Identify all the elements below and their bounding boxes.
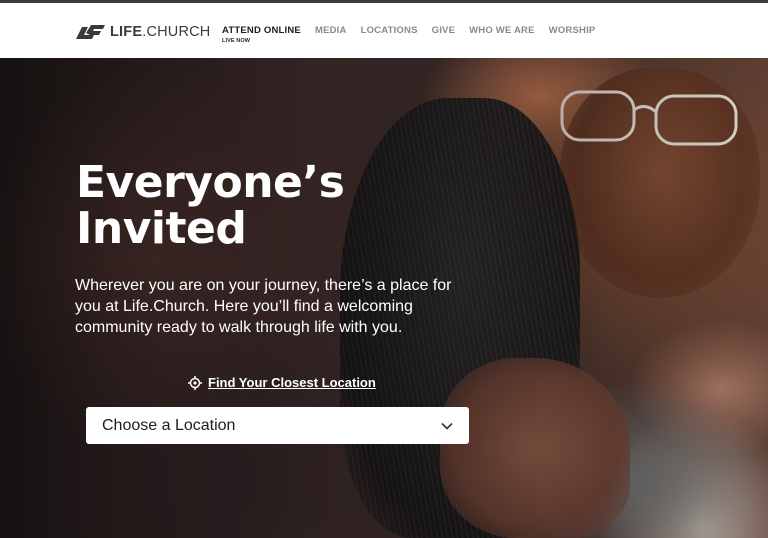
find-closest-location-link[interactable]: Find Your Closest Location <box>188 375 376 390</box>
nav-give[interactable]: GIVE <box>432 25 456 36</box>
hero-description: Wherever you are on your journey, there’… <box>75 277 452 336</box>
hero-title-line-2: Invited <box>76 203 247 254</box>
location-select-value: Choose a Location <box>102 416 236 434</box>
life-church-logo-mark-icon <box>76 25 105 39</box>
hero-section: Everyone’s Invited Wherever you are on y… <box>0 58 768 538</box>
nav-who-we-are[interactable]: WHO WE ARE <box>469 25 535 36</box>
live-now-badge: LIVE NOW <box>222 38 250 44</box>
logo-wordmark: LIFE.CHURCH <box>110 24 211 40</box>
location-select[interactable]: Choose a Location <box>86 407 469 444</box>
nav-worship[interactable]: WORSHIP <box>549 25 596 36</box>
site-header: LIFE.CHURCH ATTEND ONLINE LIVE NOW MEDIA… <box>0 3 768 58</box>
nav-locations[interactable]: LOCATIONS <box>361 25 418 36</box>
hero-title-line-1: Everyone’s <box>76 157 345 208</box>
main-nav: ATTEND ONLINE LIVE NOW MEDIA LOCATIONS G… <box>222 25 596 44</box>
find-closest-location-label: Find Your Closest Location <box>208 375 376 390</box>
location-target-icon <box>188 375 202 390</box>
nav-attend-online-label: ATTEND ONLINE <box>222 25 301 36</box>
nav-attend-online[interactable]: ATTEND ONLINE LIVE NOW <box>222 25 301 44</box>
nav-media[interactable]: MEDIA <box>315 25 347 36</box>
site-logo[interactable]: LIFE.CHURCH <box>74 22 210 42</box>
chevron-down-icon <box>441 422 453 430</box>
hero-title: Everyone’s Invited <box>76 160 376 252</box>
